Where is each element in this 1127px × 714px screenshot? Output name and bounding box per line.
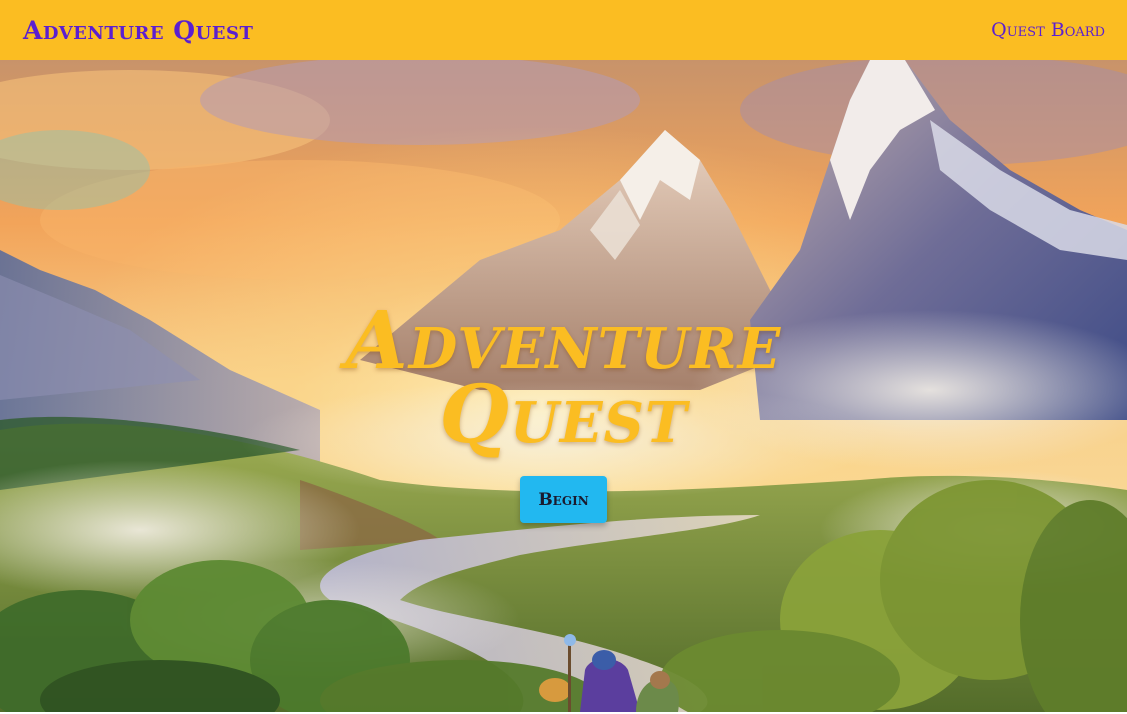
begin-button[interactable]: Begin bbox=[520, 476, 607, 523]
hero-section: Adventure Quest Begin bbox=[0, 60, 1127, 712]
top-navbar: Adventure Quest Quest Board bbox=[0, 0, 1127, 60]
hero-title-line-1: Adventure bbox=[345, 293, 782, 387]
brand-logo[interactable]: Adventure Quest bbox=[23, 16, 253, 45]
hero-title-line-2: Quest bbox=[439, 367, 688, 461]
nav-link-quest-board[interactable]: Quest Board bbox=[991, 19, 1105, 41]
hero-title: Adventure Quest bbox=[0, 293, 1127, 461]
page: Adventure Quest Quest Board Adventure Qu… bbox=[0, 0, 1127, 714]
